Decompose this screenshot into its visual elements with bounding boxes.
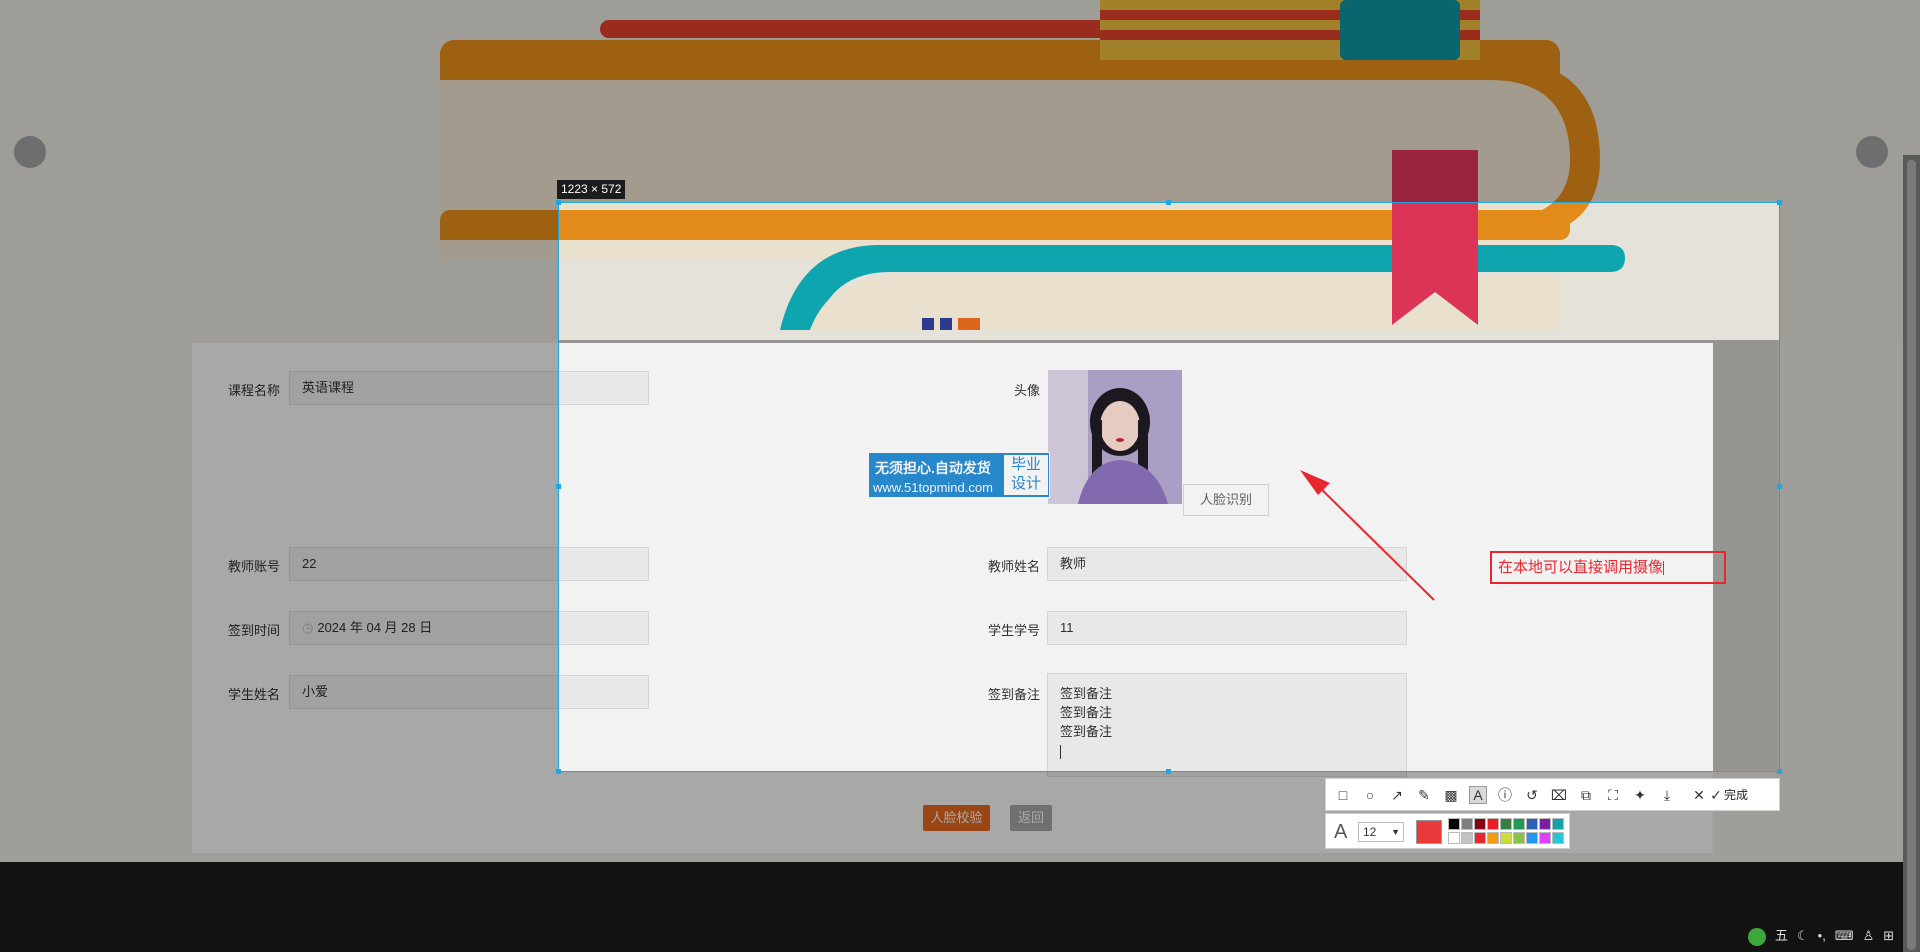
ime-mode[interactable]: 五: [1775, 928, 1788, 943]
pencil-tool-icon[interactable]: ✎: [1415, 786, 1433, 804]
color-swatch[interactable]: [1526, 818, 1538, 830]
color-swatch[interactable]: [1448, 818, 1460, 830]
color-swatch[interactable]: [1552, 818, 1564, 830]
number-marker-icon[interactable]: ⓘ: [1496, 786, 1514, 804]
color-swatch[interactable]: [1513, 818, 1525, 830]
color-swatch[interactable]: [1461, 818, 1473, 830]
done-button[interactable]: 完成: [1724, 786, 1748, 804]
download-icon[interactable]: ⤓: [1658, 786, 1676, 804]
check-icon: ✓: [1710, 787, 1722, 803]
color-swatch[interactable]: [1448, 832, 1460, 844]
fullscreen-icon[interactable]: ⛶: [1604, 786, 1622, 804]
close-icon[interactable]: ✕: [1690, 786, 1708, 804]
system-tray: 五 ☾ •, ⌨ ♙ ⊞: [1748, 925, 1903, 947]
keyboard-icon: ⌨: [1834, 928, 1854, 943]
moon-icon: ☾: [1797, 928, 1809, 943]
color-swatch[interactable]: [1500, 832, 1512, 844]
font-size-value: 12: [1363, 825, 1377, 839]
annotation-text-box[interactable]: 在本地可以直接调用摄像: [1490, 551, 1726, 584]
color-swatch[interactable]: [1526, 832, 1538, 844]
grid-icon: ⊞: [1883, 928, 1895, 943]
ellipse-tool-icon[interactable]: ○: [1361, 786, 1379, 804]
color-swatch[interactable]: [1513, 832, 1525, 844]
font-icon: A: [1334, 821, 1348, 843]
person-icon: ♙: [1862, 928, 1875, 943]
font-size-select[interactable]: 12 ▼: [1358, 822, 1404, 842]
color-swatch[interactable]: [1487, 818, 1499, 830]
color-swatch[interactable]: [1487, 832, 1499, 844]
color-swatch[interactable]: [1552, 832, 1564, 844]
undo-icon[interactable]: ↺: [1523, 786, 1541, 804]
screenshot-toolbar: □ ○ ↗ ✎ ▩ A ⓘ ↺ ⌧ ⧉ ⛶ ✦ ⤓ ✕ ✓ 完成: [1325, 778, 1780, 811]
erase-icon[interactable]: ⌧: [1550, 786, 1568, 804]
mosaic-tool-icon[interactable]: ▩: [1442, 786, 1460, 804]
ime-logo-icon: [1748, 927, 1766, 946]
text-tool-icon[interactable]: A: [1469, 786, 1487, 804]
color-swatch[interactable]: [1539, 818, 1551, 830]
color-swatch[interactable]: [1474, 832, 1486, 844]
color-swatch[interactable]: [1474, 818, 1486, 830]
color-swatch[interactable]: [1500, 818, 1512, 830]
color-swatch[interactable]: [1539, 832, 1551, 844]
color-swatch[interactable]: [1461, 832, 1473, 844]
background-page: 课程名称 英语课程 头像 人脸识别 无须担心.自动发货 www.51topmin…: [0, 0, 1920, 952]
arrow-tool-icon[interactable]: ↗: [1388, 786, 1406, 804]
current-color-swatch[interactable]: [1416, 820, 1442, 844]
annotation-text: 在本地可以直接调用摄像: [1498, 559, 1664, 576]
rectangle-tool-icon[interactable]: □: [1334, 786, 1352, 804]
text-style-toolbar: A 12 ▼: [1325, 813, 1570, 849]
punctuation-icon: •,: [1817, 928, 1826, 943]
copy-icon[interactable]: ⧉: [1577, 786, 1595, 804]
pin-icon[interactable]: ✦: [1631, 786, 1649, 804]
